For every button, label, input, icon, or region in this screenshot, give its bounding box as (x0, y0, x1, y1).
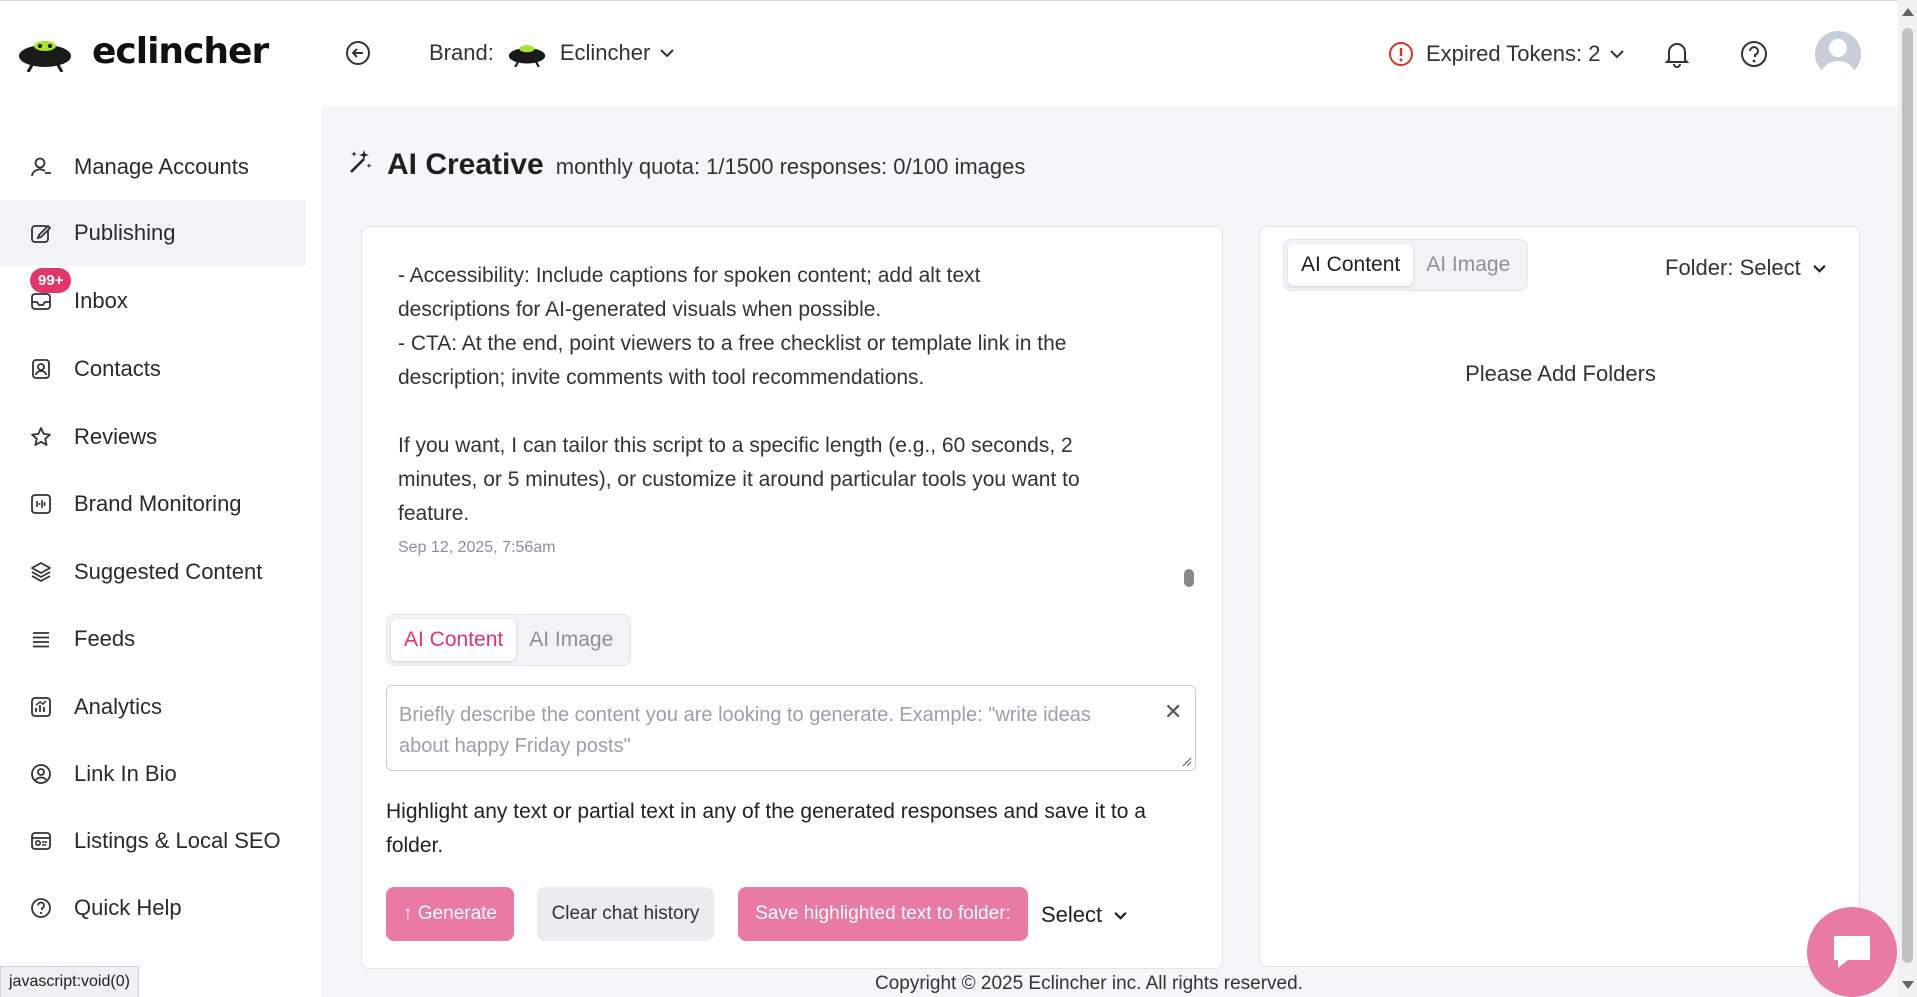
top-bar: eclincher Brand: Eclincher Expired Token… (0, 0, 1898, 106)
eclincher-logo[interactable]: eclincher (18, 31, 269, 72)
brand-label: Brand: (429, 40, 494, 65)
tab-ai-content[interactable]: AI Content (1288, 244, 1414, 286)
folders-panel: AI Content AI Image Folder: Select Pleas… (1259, 226, 1860, 967)
help-icon[interactable] (1739, 39, 1769, 69)
sidebar-item-label: Analytics (74, 694, 163, 719)
sidebar-item-suggested-content[interactable]: Suggested Content (0, 539, 306, 605)
sidebar-item-feeds[interactable]: Feeds (0, 606, 306, 672)
page-heading: AI Creative monthly quota: 1/1500 respon… (347, 148, 1025, 182)
sidebar-item-link-in-bio[interactable]: Link In Bio (0, 741, 306, 807)
response-paragraph: If you want, I can tailor this script to… (398, 434, 1086, 525)
bell-icon[interactable] (1662, 39, 1692, 69)
contacts-icon (29, 357, 53, 381)
save-to-folder-button[interactable]: Save highlighted text to folder: (738, 887, 1028, 941)
logo-text: eclincher (92, 31, 269, 72)
user-settings-icon (29, 155, 53, 179)
chat-response[interactable]: - Accessibility: Include captions for sp… (398, 259, 1098, 531)
clear-chat-button[interactable]: Clear chat history (537, 887, 714, 941)
scrollbar-thumb[interactable] (1902, 28, 1913, 963)
sidebar-item-label: Manage Accounts (74, 154, 249, 179)
user-avatar[interactable] (1815, 31, 1861, 77)
sidebar-item-quick-help[interactable]: Quick Help (0, 875, 306, 941)
folder-type-tabs: AI Content AI Image (1283, 239, 1529, 291)
edit-icon (29, 221, 53, 245)
response-timestamp: Sep 12, 2025, 7:56am (398, 539, 556, 556)
chat-bubble-icon (1834, 936, 1870, 968)
close-icon[interactable]: ✕ (1164, 699, 1182, 725)
scroll-down-arrow-icon[interactable] (1902, 981, 1914, 989)
collapse-sidebar-icon[interactable] (344, 39, 372, 67)
inbox-badge: 99+ (30, 268, 72, 293)
chevron-down-icon (1813, 264, 1826, 273)
expired-tokens-label: Expired Tokens: 2 (1426, 41, 1601, 66)
folder-select-value: Select (1041, 902, 1103, 927)
sidebar-item-label: Feeds (74, 626, 136, 651)
help-circle-icon (29, 896, 53, 920)
chevron-down-icon (1610, 50, 1625, 59)
sidebar-item-label: Publishing (74, 220, 176, 245)
brand-name: Eclincher (559, 40, 651, 65)
response-paragraph: - Accessibility: Include captions for sp… (398, 264, 1067, 389)
star-icon (29, 425, 53, 449)
sidebar-item-listings-local-seo[interactable]: Listings & Local SEO (0, 808, 306, 874)
tab-ai-image[interactable]: AI Image (516, 619, 626, 661)
empty-folders-message: Please Add Folders (1465, 361, 1656, 386)
chevron-down-icon (1114, 911, 1127, 920)
folder-filter-dropdown[interactable]: Folder: Select (1665, 255, 1826, 281)
tab-ai-image[interactable]: AI Image (1413, 244, 1523, 286)
magic-wand-icon (350, 150, 372, 173)
highlight-hint: Highlight any text or partial text in an… (386, 800, 1146, 857)
brand-avatar-icon (508, 45, 546, 67)
sidebar-item-label: Brand Monitoring (74, 491, 242, 516)
quota-text: monthly quota: 1/1500 responses: 0/100 i… (555, 154, 1026, 179)
copyright-footer: Copyright © 2025 Eclincher inc. All righ… (875, 973, 1303, 994)
folder-select-dropdown[interactable]: Select (1041, 902, 1127, 928)
warning-icon (1389, 42, 1413, 66)
scroll-up-arrow-icon[interactable] (1902, 8, 1914, 16)
profile-circle-icon (29, 762, 53, 786)
sidebar-item-manage-accounts[interactable]: Manage Accounts (0, 134, 306, 200)
sidebar-item-label: Listings & Local SEO (74, 828, 281, 853)
storefront-icon (29, 829, 53, 853)
page-scrollbar[interactable] (1898, 0, 1917, 997)
chevron-down-icon (660, 49, 675, 58)
sidebar-item-analytics[interactable]: Analytics (0, 674, 306, 740)
sidebar-item-label: Reviews (74, 424, 158, 449)
chat-scrollbar[interactable] (1184, 569, 1194, 587)
sidebar-item-label: Suggested Content (74, 559, 263, 584)
sidebar-item-label: Inbox (74, 288, 128, 313)
prompt-input[interactable]: Briefly describe the content you are loo… (386, 685, 1196, 771)
sidebar-item-brand-monitoring[interactable]: Brand Monitoring (0, 471, 306, 537)
sidebar-item-reviews[interactable]: Reviews (0, 404, 306, 470)
expired-tokens-dropdown[interactable]: Expired Tokens: 2 (1388, 41, 1625, 67)
sidebar-item-publishing[interactable]: Publishing (0, 200, 306, 266)
chat-panel: - Accessibility: Include captions for sp… (361, 226, 1223, 969)
status-bar-url: javascript:void(0) (0, 966, 139, 997)
sidebar-item-label: Contacts (74, 356, 161, 381)
tab-ai-content[interactable]: AI Content (391, 619, 517, 661)
generate-button[interactable]: ↑ Generate (386, 887, 514, 941)
content-type-tabs: AI Content AI Image (386, 614, 632, 666)
analytics-icon (29, 695, 53, 719)
sidebar-item-label: Link In Bio (74, 761, 177, 786)
chat-support-button[interactable] (1807, 907, 1897, 997)
monitoring-icon (29, 492, 53, 516)
ufo-logo-icon (19, 40, 71, 72)
brand-selector[interactable]: Brand: Eclincher (429, 39, 675, 67)
list-icon (29, 627, 53, 651)
layers-icon (29, 560, 53, 584)
sidebar-item-label: Quick Help (74, 895, 182, 920)
resize-handle-icon[interactable] (1182, 757, 1192, 767)
page-title: AI Creative (387, 148, 544, 181)
folder-filter-label: Folder: Select (1665, 255, 1801, 280)
user-silhouette-icon (1821, 39, 1855, 77)
sidebar-item-contacts[interactable]: Contacts (0, 336, 306, 402)
